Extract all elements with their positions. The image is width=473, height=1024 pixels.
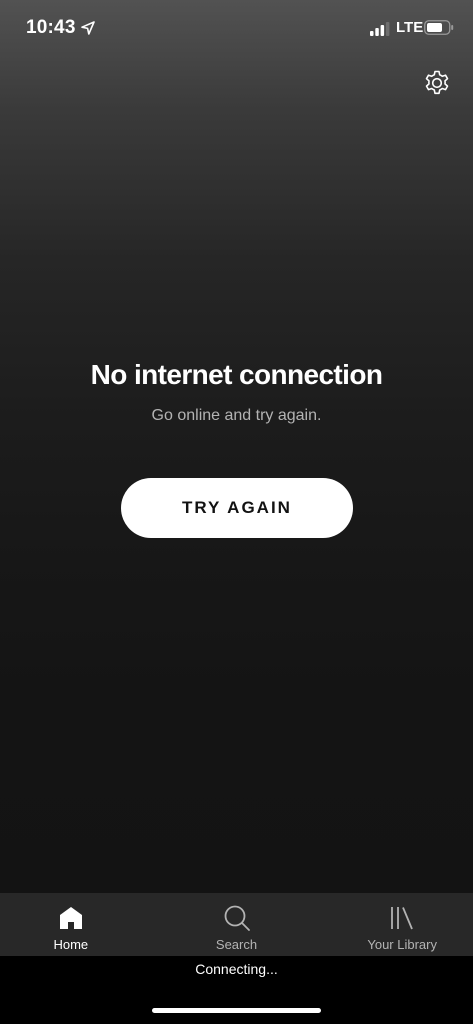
- app-screen: 10:43 LTE No internet connection Go onli…: [0, 0, 473, 1024]
- cellular-signal-icon: [370, 22, 390, 36]
- nav-item-library[interactable]: Your Library: [315, 893, 473, 956]
- battery-icon: [424, 20, 454, 35]
- home-indicator[interactable]: [152, 1008, 321, 1013]
- nav-item-search[interactable]: Search: [158, 893, 316, 956]
- error-subtitle: Go online and try again.: [151, 407, 322, 424]
- error-title: No internet connection: [90, 359, 383, 390]
- search-icon: [224, 905, 250, 931]
- nav-item-home[interactable]: Home: [0, 893, 158, 956]
- library-icon: [391, 907, 414, 930]
- status-time: 10:43: [26, 17, 76, 38]
- status-bar: 10:43 LTE: [0, 0, 473, 56]
- settings-button[interactable]: [422, 68, 452, 98]
- gear-icon: [425, 70, 449, 95]
- location-arrow-icon: [81, 21, 95, 35]
- nav-label-library: Your Library: [367, 937, 437, 952]
- bottom-nav: Home Search Your Library: [0, 893, 473, 956]
- nav-label-home: Home: [53, 937, 89, 952]
- home-icon: [59, 907, 82, 929]
- connection-status-text: Connecting...: [195, 961, 278, 977]
- nav-label-search: Search: [215, 937, 258, 952]
- connection-status-bar: Connecting...: [0, 956, 473, 1024]
- try-again-button[interactable]: TRY AGAIN: [121, 478, 353, 538]
- network-type-label: LTE: [396, 19, 424, 36]
